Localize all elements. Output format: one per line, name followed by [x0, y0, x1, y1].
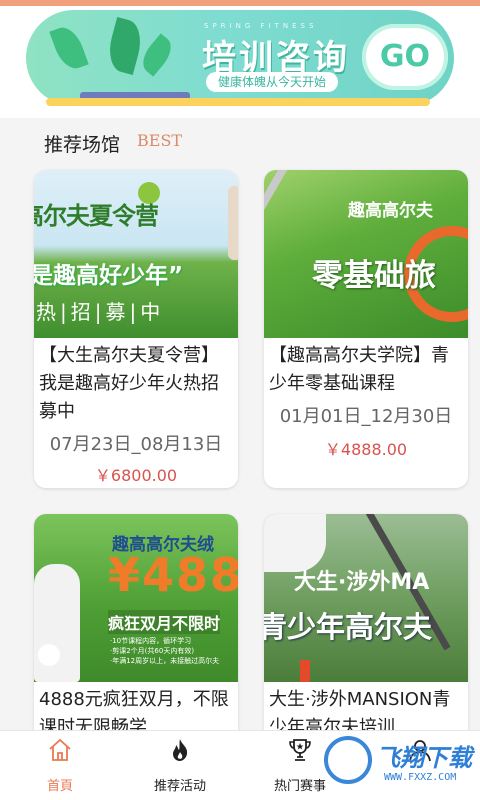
tab-label: 首頁 — [46, 779, 73, 794]
golf-club-graphic — [264, 170, 290, 270]
image-text: ·剪课2个月(共60天内有效) — [110, 647, 195, 655]
section-title: 推荐场馆 — [44, 134, 121, 156]
card-title: 【大生高尔夫夏令营】我是趣高好少年火热招募中 — [39, 345, 219, 422]
image-text: 趣高高尔夫 — [348, 201, 433, 221]
tee-graphic — [300, 660, 310, 682]
leaf-decoration — [103, 17, 147, 75]
consult-banner[interactable]: SPRING FITNESS 培训咨询 健康体魄从今天开始 GO — [26, 10, 454, 106]
banner-underline — [46, 98, 430, 106]
image-text: 疯狂双月不限时 — [108, 610, 221, 634]
image-text: ¥488 — [108, 548, 238, 602]
trophy-icon — [289, 739, 311, 761]
tab-activities[interactable]: 推荐活动 — [120, 731, 240, 800]
venue-card[interactable]: 高尔夫夏令营 是趣高好少年” 热|招|募|中 【大生高尔夫夏令营】我是趣高好少年… — [34, 170, 238, 488]
watermark-url: WWW.FXXZ.COM — [384, 772, 457, 783]
card-image: 趣高高尔夫绒 ¥488 疯狂双月不限时 ·10节课程内容，循环学习 ·剪课2个月… — [34, 514, 238, 682]
venue-card[interactable]: 趣高高尔夫 零基础旅 【趣高高尔夫学院】青少年零基础课程 01月01日_12月3… — [264, 170, 468, 488]
card-price: ￥4888.00 — [324, 440, 408, 459]
go-button[interactable]: GO — [362, 24, 448, 90]
banner-area: SPRING FITNESS 培训咨询 健康体魄从今天开始 GO — [0, 6, 480, 118]
image-text: 是趣高好少年” — [34, 263, 184, 289]
image-text: 零基础旅 — [312, 258, 436, 294]
image-text: 热|招|募|中 — [36, 300, 165, 324]
banner-english-text: SPRING FITNESS — [204, 22, 318, 30]
image-text: ·年满12周岁以上，未接触过高尔夫 — [110, 657, 220, 665]
watermark-logo-icon — [324, 736, 372, 784]
image-text: 青少年高尔夫 — [264, 610, 433, 644]
card-date: 01月01日_12月30日 — [279, 406, 453, 427]
card-image: 趣高高尔夫 零基础旅 — [264, 170, 468, 338]
home-icon — [49, 738, 71, 761]
venue-card[interactable]: 趣高高尔夫绒 ¥488 疯狂双月不限时 ·10节课程内容，循环学习 ·剪课2个月… — [34, 514, 238, 754]
section-badge: BEST — [137, 131, 183, 150]
image-text: 高尔夫夏令营 — [34, 202, 159, 230]
venue-card[interactable]: 大生·涉外MA 青少年高尔夫 大生·涉外MANSION青少年高尔夫培训 — [264, 514, 468, 754]
card-date: 07月23日_08月13日 — [49, 434, 223, 455]
image-text-list: ·10节课程内容，循环学习 ·剪课2个月(共60天内有效) ·年满12周岁以上，… — [110, 636, 219, 666]
card-title: 【趣高高尔夫学院】青少年零基础课程 — [269, 345, 449, 394]
image-text: ·10节课程内容，循环学习 — [110, 637, 192, 645]
watermark-text: 飞翔下载 — [376, 744, 472, 772]
card-price: ￥6800.00 — [94, 466, 178, 485]
golfer-graphic — [228, 186, 238, 260]
flame-icon — [173, 739, 188, 761]
golf-ball-graphic — [38, 644, 60, 666]
leaf-decoration — [49, 22, 89, 74]
tab-label: 推荐活动 — [153, 779, 206, 794]
tab-home[interactable]: 首頁 — [0, 731, 120, 800]
image-text: 大生·涉外MA — [294, 570, 430, 595]
card-image: 高尔夫夏令营 是趣高好少年” 热|招|募|中 — [34, 170, 238, 338]
leaf-decoration — [136, 33, 178, 77]
card-image: 大生·涉外MA 青少年高尔夫 — [264, 514, 468, 682]
glove-graphic — [34, 564, 80, 682]
watermark: 飞翔下载 WWW.FXXZ.COM — [324, 736, 474, 792]
banner-subtitle: 健康体魄从今天开始 — [206, 72, 339, 92]
